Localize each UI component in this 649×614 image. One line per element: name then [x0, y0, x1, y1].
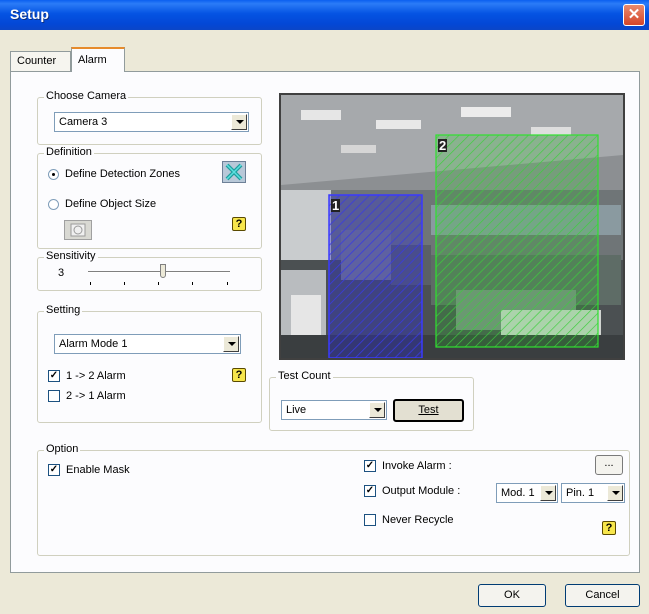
- output-module-label: Output Module :: [382, 485, 461, 497]
- alarm-1-2-checkbox[interactable]: ✓ 1 -> 2 Alarm: [48, 370, 126, 382]
- camera-select[interactable]: Camera 3: [54, 112, 249, 132]
- alarm-mode-select[interactable]: Alarm Mode 1: [54, 334, 241, 354]
- option-group: Option ✓ Enable Mask ✓ Invoke Alarm : ..…: [37, 443, 630, 556]
- checkbox-box[interactable]: ✓: [48, 464, 60, 476]
- zone-1-label: 1: [331, 198, 341, 213]
- option-help-icon[interactable]: ?: [602, 521, 616, 535]
- module-value: Mod. 1: [501, 487, 535, 499]
- definition-help-icon[interactable]: ?: [232, 217, 246, 231]
- camera-preview[interactable]: 1 2: [279, 93, 625, 360]
- sensitivity-group: Sensitivity 3: [37, 250, 262, 291]
- tab-counter[interactable]: Counter: [10, 51, 71, 71]
- setup-window: Setup ✕ Counter Alarm Choose Camera Came…: [0, 0, 649, 614]
- sensitivity-slider-thumb[interactable]: [160, 264, 167, 278]
- clear-zones-icon[interactable]: [222, 161, 246, 183]
- enable-mask-label: Enable Mask: [66, 464, 130, 476]
- checkbox-box[interactable]: [364, 514, 376, 526]
- alarm-2-1-label: 2 -> 1 Alarm: [66, 390, 126, 402]
- cancel-button[interactable]: Cancel: [565, 584, 640, 607]
- alarm-2-1-checkbox[interactable]: 2 -> 1 Alarm: [48, 390, 126, 402]
- alarm-mode-value: Alarm Mode 1: [59, 338, 128, 350]
- chevron-down-icon[interactable]: [369, 402, 385, 418]
- setting-group: Setting Alarm Mode 1 ✓ 1 -> 2 Alarm ? 2 …: [37, 304, 262, 423]
- checkbox-box[interactable]: ✓: [48, 370, 60, 382]
- pin-value: Pin. 1: [566, 487, 595, 499]
- close-icon[interactable]: ✕: [623, 4, 645, 26]
- zone-2-label: 2: [438, 138, 448, 153]
- invoke-alarm-checkbox[interactable]: ✓ Invoke Alarm :: [364, 460, 452, 472]
- object-size-icon[interactable]: [64, 220, 92, 240]
- checkbox-box[interactable]: ✓: [364, 485, 376, 497]
- definition-label: Definition: [44, 146, 94, 158]
- radio-dot-selected[interactable]: [48, 168, 59, 180]
- chevron-down-icon[interactable]: [540, 485, 556, 501]
- test-button-label: Test: [418, 404, 439, 416]
- setting-help-icon[interactable]: ?: [232, 368, 246, 382]
- checkbox-box[interactable]: [48, 390, 60, 402]
- pin-select[interactable]: Pin. 1: [561, 483, 625, 503]
- test-button[interactable]: Test: [393, 399, 464, 422]
- test-source-value: Live: [286, 404, 307, 416]
- invoke-alarm-label: Invoke Alarm :: [382, 460, 452, 472]
- slider-tick: [158, 282, 159, 285]
- tab-alarm[interactable]: Alarm: [71, 47, 125, 72]
- preview-scene: [281, 95, 623, 358]
- choose-camera-label: Choose Camera: [44, 90, 129, 102]
- define-zones-radio[interactable]: Define Detection Zones: [48, 168, 180, 180]
- ok-button[interactable]: OK: [478, 584, 546, 607]
- slider-tick: [227, 282, 228, 285]
- setting-label: Setting: [44, 304, 83, 316]
- sensitivity-slider-track[interactable]: [88, 271, 230, 273]
- invoke-alarm-browse-button[interactable]: ...: [595, 455, 623, 475]
- chevron-down-icon[interactable]: [231, 114, 247, 130]
- radio-dot[interactable]: [48, 198, 59, 210]
- test-count-label: Test Count: [276, 370, 333, 382]
- slider-tick: [124, 282, 125, 285]
- chevron-down-icon[interactable]: [607, 485, 623, 501]
- slider-tick: [192, 282, 193, 285]
- option-label: Option: [44, 443, 81, 455]
- sensitivity-value: 3: [58, 267, 65, 279]
- define-object-radio[interactable]: Define Object Size: [48, 198, 156, 210]
- choose-camera-group: Choose Camera Camera 3: [37, 90, 262, 145]
- never-recycle-label: Never Recycle: [382, 514, 454, 526]
- title-bar[interactable]: Setup ✕: [0, 0, 649, 30]
- chevron-down-icon[interactable]: [223, 336, 239, 352]
- test-source-select[interactable]: Live: [281, 400, 387, 420]
- camera-select-value: Camera 3: [59, 116, 108, 128]
- test-count-group: Test Count Live Test: [269, 370, 474, 431]
- enable-mask-checkbox[interactable]: ✓ Enable Mask: [48, 464, 130, 476]
- definition-group: Definition Define Detection Zones Define…: [37, 146, 262, 249]
- module-select[interactable]: Mod. 1: [496, 483, 558, 503]
- define-zones-label: Define Detection Zones: [65, 168, 180, 180]
- alarm-1-2-label: 1 -> 2 Alarm: [66, 370, 126, 382]
- checkbox-box[interactable]: ✓: [364, 460, 376, 472]
- sensitivity-label: Sensitivity: [44, 250, 98, 262]
- never-recycle-checkbox[interactable]: Never Recycle: [364, 514, 454, 526]
- output-module-checkbox[interactable]: ✓ Output Module :: [364, 485, 460, 497]
- define-object-label: Define Object Size: [65, 198, 157, 210]
- slider-tick: [90, 282, 91, 285]
- window-title: Setup: [10, 6, 49, 22]
